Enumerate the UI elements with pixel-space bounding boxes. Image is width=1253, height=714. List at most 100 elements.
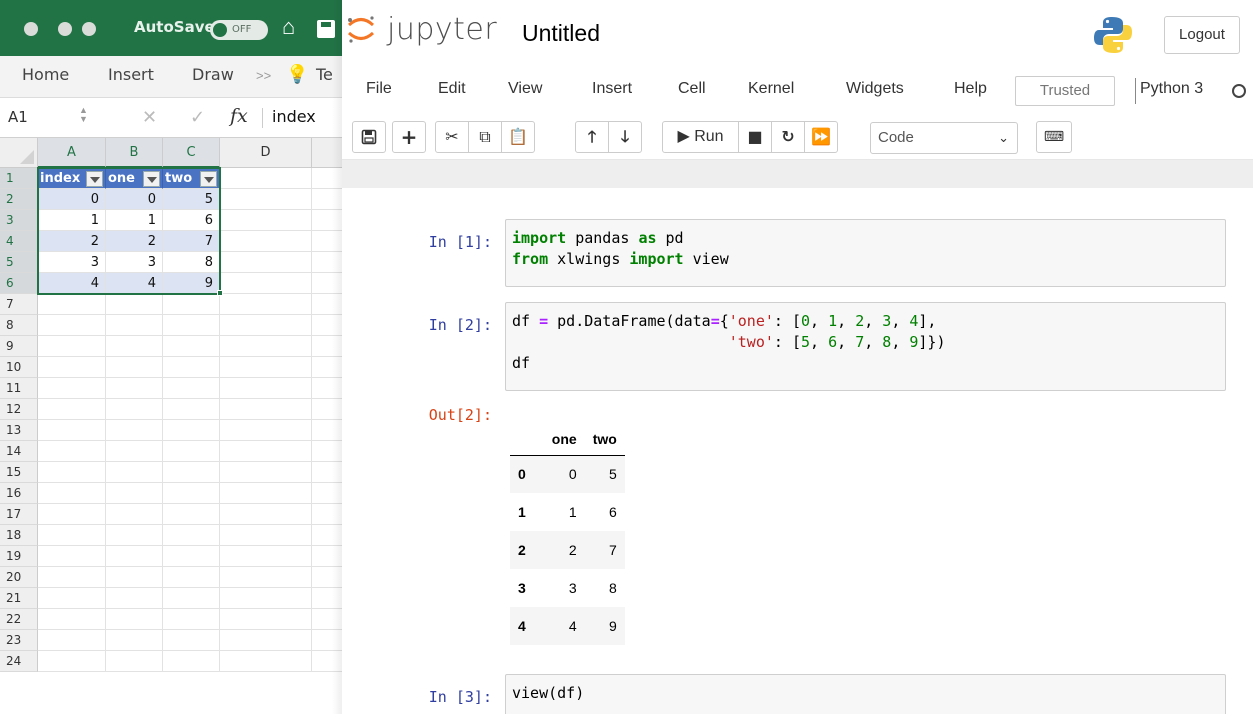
row-header[interactable]: 21 — [0, 588, 38, 609]
column-header-b[interactable]: B — [106, 138, 163, 168]
worksheet-cell[interactable] — [163, 420, 220, 441]
worksheet-cell[interactable] — [163, 483, 220, 504]
worksheet-cell[interactable] — [163, 546, 220, 567]
table-header-cell[interactable]: two — [163, 168, 220, 189]
trusted-indicator[interactable]: Trusted — [1015, 76, 1115, 106]
paste-button[interactable]: 📋 — [501, 121, 535, 153]
worksheet-cell[interactable] — [163, 378, 220, 399]
autosave-toggle[interactable]: OFF — [210, 20, 268, 40]
worksheet-cell[interactable] — [38, 336, 106, 357]
menu-view[interactable]: View — [508, 80, 542, 98]
cut-button[interactable]: ✂ — [435, 121, 469, 153]
save-button[interactable] — [352, 121, 386, 153]
worksheet-cell[interactable] — [106, 294, 163, 315]
row-header[interactable]: 8 — [0, 315, 38, 336]
menu-file[interactable]: File — [366, 80, 392, 98]
worksheet-cell[interactable] — [106, 420, 163, 441]
row-header[interactable]: 6 — [0, 273, 38, 294]
worksheet-cell[interactable] — [106, 588, 163, 609]
row-header[interactable]: 3 — [0, 210, 38, 231]
worksheet-cell[interactable] — [163, 441, 220, 462]
filter-dropdown-icon[interactable] — [143, 171, 160, 187]
cancel-icon[interactable]: ✕ — [142, 107, 157, 128]
worksheet-cell[interactable] — [220, 651, 312, 672]
worksheet-cell[interactable] — [220, 441, 312, 462]
table-cell[interactable]: 1 — [38, 210, 106, 231]
check-icon[interactable]: ✓ — [190, 107, 205, 128]
worksheet-cell[interactable] — [163, 336, 220, 357]
row-header[interactable]: 18 — [0, 525, 38, 546]
filter-dropdown-icon[interactable] — [200, 171, 217, 187]
worksheet-cell[interactable] — [106, 441, 163, 462]
worksheet-cell[interactable] — [38, 357, 106, 378]
row-header[interactable]: 5 — [0, 252, 38, 273]
worksheet-cell[interactable] — [220, 378, 312, 399]
worksheet-cell[interactable] — [220, 189, 312, 210]
worksheet-cell[interactable] — [220, 588, 312, 609]
table-header-cell[interactable]: one — [106, 168, 163, 189]
worksheet-cell[interactable] — [106, 609, 163, 630]
table-cell[interactable]: 9 — [163, 273, 220, 294]
worksheet-cell[interactable] — [38, 378, 106, 399]
more-tabs-icon[interactable]: >> — [256, 68, 271, 83]
worksheet-cell[interactable] — [38, 630, 106, 651]
row-header[interactable]: 12 — [0, 399, 38, 420]
worksheet-cell[interactable] — [38, 483, 106, 504]
row-header[interactable]: 9 — [0, 336, 38, 357]
worksheet-cell[interactable] — [220, 168, 312, 189]
row-header[interactable]: 11 — [0, 378, 38, 399]
worksheet-cell[interactable] — [220, 483, 312, 504]
row-header[interactable]: 19 — [0, 546, 38, 567]
menu-widgets[interactable]: Widgets — [846, 80, 904, 98]
worksheet-cell[interactable] — [163, 294, 220, 315]
worksheet-cell[interactable] — [38, 315, 106, 336]
code-cell-2[interactable]: df = pd.DataFrame(data={'one': [0, 1, 2,… — [505, 302, 1226, 391]
worksheet-cell[interactable] — [163, 630, 220, 651]
worksheet-cell[interactable] — [38, 651, 106, 672]
worksheet-cell[interactable] — [163, 525, 220, 546]
lightbulb-icon[interactable]: 💡 — [286, 64, 308, 85]
row-header[interactable]: 15 — [0, 462, 38, 483]
worksheet-cell[interactable] — [220, 609, 312, 630]
worksheet-cell[interactable] — [106, 525, 163, 546]
worksheet-cell[interactable] — [220, 252, 312, 273]
worksheet-cell[interactable] — [106, 546, 163, 567]
cell-type-select[interactable]: Code ⌄ — [870, 122, 1018, 154]
column-header-d[interactable]: D — [220, 138, 312, 168]
worksheet-cell[interactable] — [106, 504, 163, 525]
worksheet-cell[interactable] — [220, 546, 312, 567]
worksheet-cell[interactable] — [106, 567, 163, 588]
table-header-cell[interactable]: index — [38, 168, 106, 189]
table-cell[interactable]: 4 — [106, 273, 163, 294]
function-icon[interactable]: fx — [230, 105, 248, 127]
table-cell[interactable]: 3 — [106, 252, 163, 273]
worksheet-cell[interactable] — [106, 483, 163, 504]
worksheet-cell[interactable] — [163, 462, 220, 483]
ribbon-tab-tell-me[interactable]: Te — [316, 65, 333, 84]
worksheet-cell[interactable] — [220, 462, 312, 483]
worksheet-cell[interactable] — [220, 273, 312, 294]
row-header[interactable]: 13 — [0, 420, 38, 441]
worksheet-cell[interactable] — [106, 336, 163, 357]
worksheet-cell[interactable] — [38, 609, 106, 630]
worksheet-cell[interactable] — [220, 210, 312, 231]
worksheet-cell[interactable] — [163, 399, 220, 420]
menu-kernel[interactable]: Kernel — [748, 80, 794, 98]
worksheet-cell[interactable] — [38, 441, 106, 462]
menu-cell[interactable]: Cell — [678, 80, 706, 98]
row-header[interactable]: 17 — [0, 504, 38, 525]
name-box-stepper-icon[interactable]: ▲ ▼ — [79, 106, 88, 124]
row-header[interactable]: 10 — [0, 357, 38, 378]
worksheet-cell[interactable] — [38, 546, 106, 567]
menu-edit[interactable]: Edit — [438, 80, 466, 98]
worksheet-cell[interactable] — [38, 525, 106, 546]
worksheet-cell[interactable] — [220, 420, 312, 441]
command-palette-button[interactable]: ⌨ — [1036, 121, 1072, 153]
worksheet-cell[interactable] — [163, 588, 220, 609]
ribbon-tab-home[interactable]: Home — [22, 65, 69, 84]
worksheet-cell[interactable] — [38, 567, 106, 588]
restart-run-all-button[interactable]: ⏩ — [804, 121, 838, 153]
row-header[interactable]: 22 — [0, 609, 38, 630]
row-header[interactable]: 16 — [0, 483, 38, 504]
worksheet-cell[interactable] — [220, 567, 312, 588]
